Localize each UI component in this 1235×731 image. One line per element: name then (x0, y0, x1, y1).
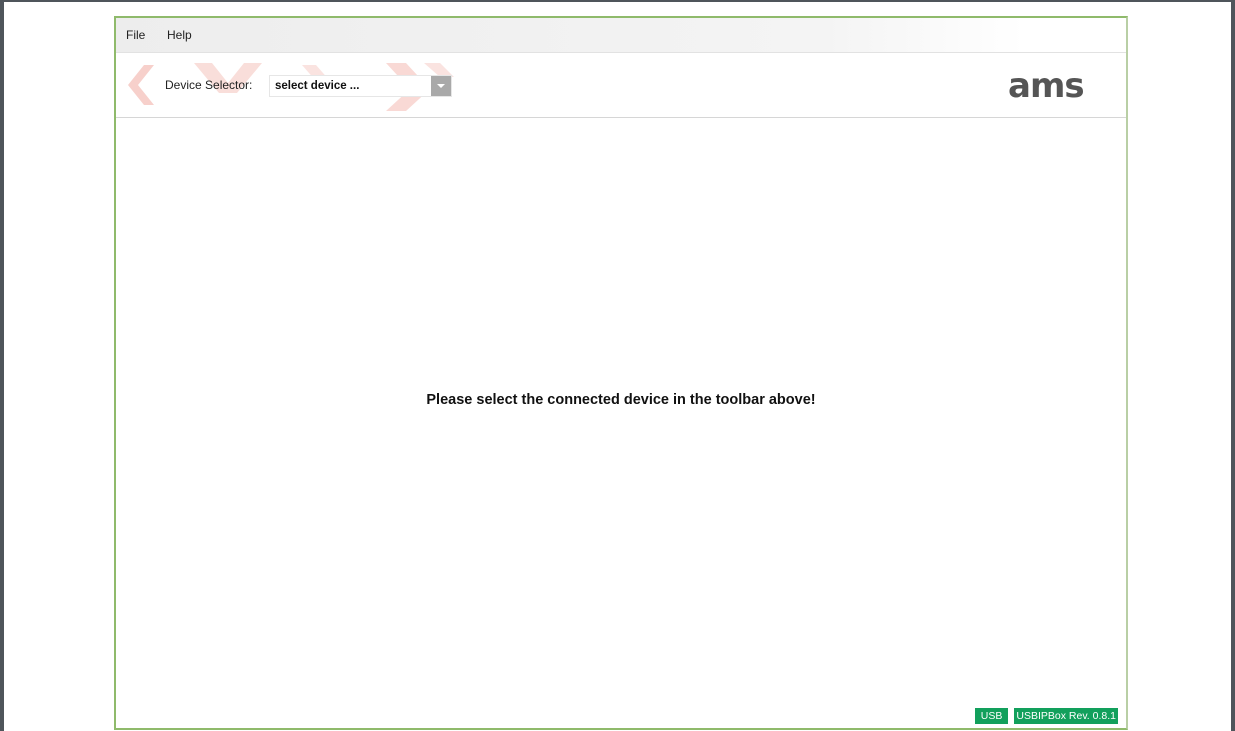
toolbar: Device Selector: select device ... ams (116, 53, 1126, 118)
app-window: File Help Device Selector: select device… (114, 16, 1128, 730)
connection-status-badge: USB (974, 708, 1009, 724)
menu-bar: File Help (116, 18, 1126, 53)
chevron-down-icon[interactable] (431, 76, 451, 96)
select-device-message: Please select the connected device in th… (426, 392, 816, 408)
ams-logo-text: ams (1008, 69, 1084, 103)
device-selector-value: select device ... (275, 80, 360, 92)
main-content: Please select the connected device in th… (116, 118, 1126, 728)
menu-help[interactable]: Help (167, 28, 192, 42)
screen-frame: File Help Device Selector: select device… (0, 0, 1235, 731)
menu-file[interactable]: File (126, 28, 145, 42)
device-selector-label: Device Selector: (165, 78, 253, 92)
device-selector-dropdown[interactable]: select device ... (269, 75, 452, 97)
revision-status-badge: USBIPBox Rev. 0.8.1 (1014, 708, 1118, 724)
ams-logo: ams (1008, 69, 1085, 103)
status-bar: USB USBIPBox Rev. 0.8.1 (974, 708, 1118, 724)
